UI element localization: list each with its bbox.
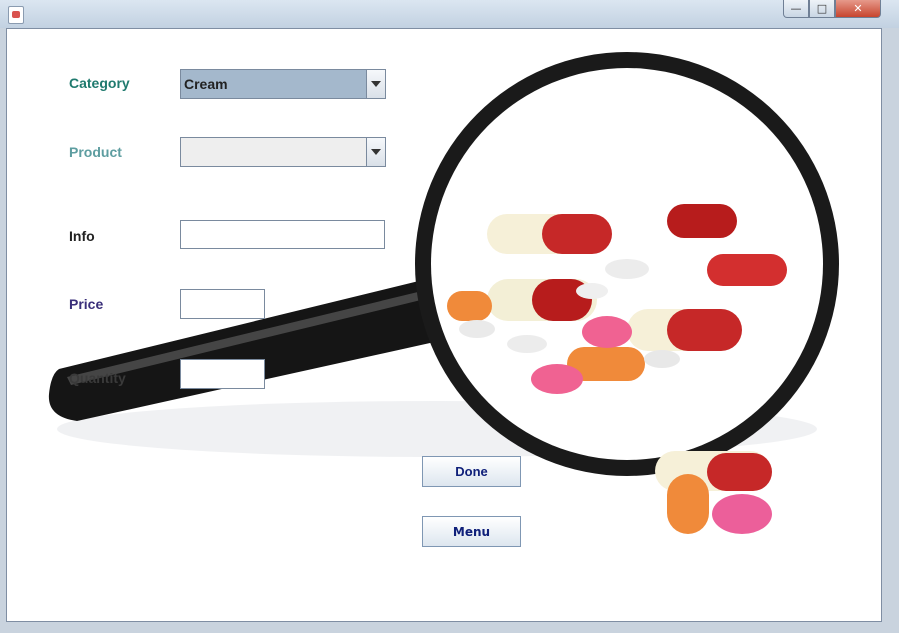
quantity-label: Quantity <box>69 370 126 386</box>
info-field[interactable] <box>180 220 385 249</box>
product-label: Product <box>69 144 122 160</box>
category-label: Category <box>69 75 130 91</box>
maximize-button[interactable]: □ <box>809 0 835 18</box>
category-dropdown[interactable]: Cream <box>180 69 386 99</box>
title-bar: — □ ✕ <box>0 0 899 28</box>
done-button[interactable]: Done <box>422 456 521 487</box>
info-label: Info <box>69 228 95 244</box>
chevron-down-icon[interactable] <box>366 70 385 98</box>
minimize-button[interactable]: — <box>783 0 809 18</box>
chevron-down-icon[interactable] <box>366 138 385 166</box>
main-window: Category Cream Product Info Price Quanti… <box>6 28 882 622</box>
price-field[interactable] <box>180 289 265 319</box>
close-button[interactable]: ✕ <box>835 0 881 18</box>
category-selected-value: Cream <box>184 76 228 92</box>
java-app-icon <box>8 6 24 24</box>
quantity-field[interactable] <box>180 359 265 389</box>
product-dropdown[interactable] <box>180 137 386 167</box>
window-controls: — □ ✕ <box>783 0 881 18</box>
price-label: Price <box>69 296 104 312</box>
menu-button[interactable]: Menu <box>422 516 521 547</box>
product-selected-value <box>181 138 366 166</box>
